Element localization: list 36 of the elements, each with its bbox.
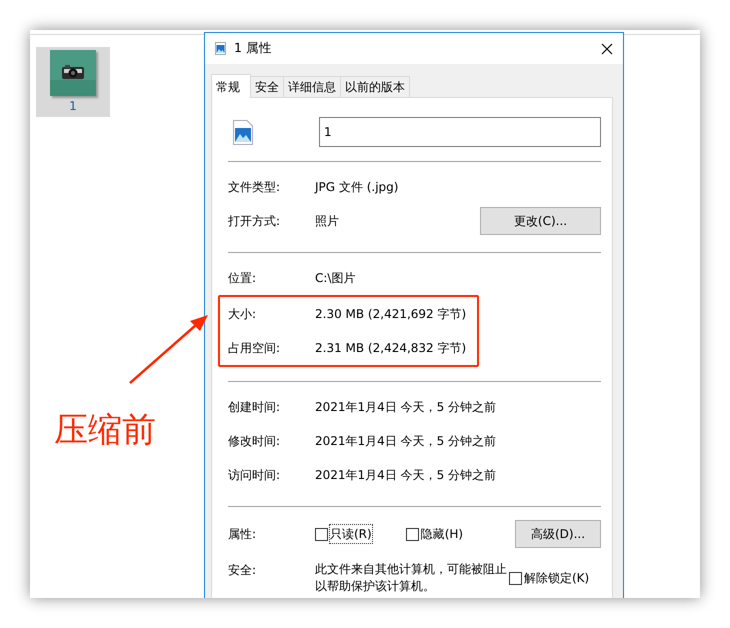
- field-value: 2021年1月4日 今天，5 分钟之前: [315, 399, 496, 416]
- field-label: 安全:: [228, 562, 258, 579]
- checkbox-label[interactable]: 隐藏(H): [420, 525, 464, 543]
- security-note: 此文件来自其他计算机，可能被阻止以帮助保护该计算机。: [315, 561, 508, 595]
- checkbox-label[interactable]: 解除锁定(K): [524, 569, 590, 587]
- image-file-icon: [215, 42, 226, 55]
- checkbox[interactable]: [406, 528, 419, 540]
- window-title: 1 属性: [234, 39, 272, 58]
- tab[interactable]: 常规: [211, 74, 251, 98]
- tab[interactable]: 以前的版本: [340, 76, 410, 97]
- field-value: 2.30 MB (2,421,692 字节): [315, 306, 466, 323]
- field-label: 文件类型:: [228, 179, 282, 196]
- change-button[interactable]: 更改(C)...: [480, 207, 601, 235]
- field-label: 修改时间:: [228, 433, 282, 450]
- annotation-text: 压缩前: [54, 410, 156, 451]
- field-label: 创建时间:: [228, 399, 282, 416]
- field-label: 位置:: [228, 270, 258, 287]
- file-name-field[interactable]: 1: [319, 117, 601, 147]
- field-label: 访问时间:: [228, 467, 282, 484]
- field-value: 2021年1月4日 今天，5 分钟之前: [315, 467, 496, 484]
- field-label: 打开方式:: [228, 213, 282, 230]
- field-value: 照片: [315, 213, 339, 230]
- checkbox[interactable]: [315, 528, 328, 540]
- field-label: 大小:: [228, 306, 258, 323]
- field-value: 2.31 MB (2,424,832 字节): [315, 340, 466, 357]
- checkbox[interactable]: [509, 572, 522, 584]
- field-label: 属性:: [228, 526, 258, 543]
- file-item[interactable]: 1: [36, 47, 110, 117]
- advanced-button[interactable]: 高级(D)...: [515, 520, 601, 548]
- field-value: 2021年1月4日 今天，5 分钟之前: [315, 433, 496, 450]
- field-value: C:\图片: [315, 270, 356, 287]
- image-file-icon: [233, 120, 253, 144]
- close-icon[interactable]: [601, 42, 613, 54]
- field-value: JPG 文件 (.jpg): [315, 179, 398, 196]
- checkbox-label[interactable]: 只读(R): [330, 525, 372, 543]
- field-label: 占用空间:: [228, 340, 282, 357]
